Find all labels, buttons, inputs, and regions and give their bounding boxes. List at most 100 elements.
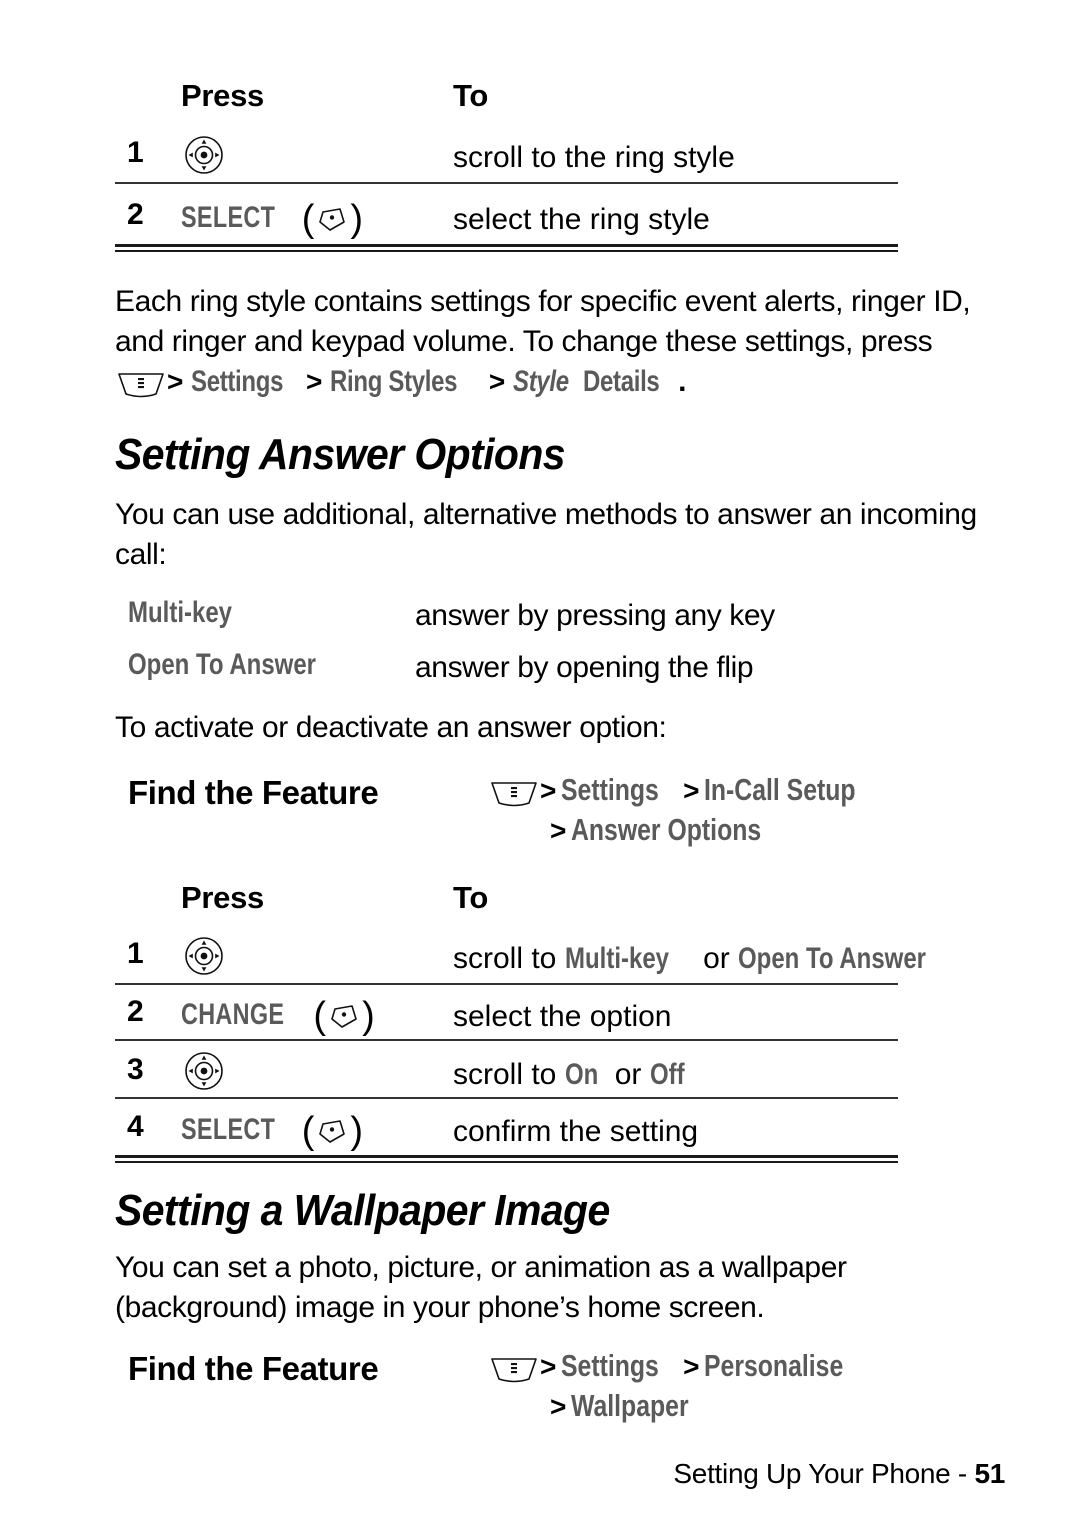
- close-paren: ): [350, 1110, 364, 1152]
- page-title-wallpaper: Setting a Wallpaper Image: [115, 1186, 610, 1235]
- path-separator: >: [683, 775, 700, 806]
- column-header-to: To: [453, 78, 488, 113]
- to-text-middle: or: [606, 1058, 650, 1091]
- activate-instruction: To activate or deactivate an answer opti…: [115, 711, 667, 744]
- press-cell: SELECT ( ): [181, 1110, 451, 1155]
- path-separator: >: [306, 366, 322, 397]
- press-cell: [181, 933, 451, 984]
- intro-line-2: (background) image in your phone’s home …: [115, 1291, 765, 1324]
- definition-term-open-to-answer: Open To Answer: [128, 648, 317, 681]
- table-row: 2 CHANGE ( ) select the option: [115, 985, 898, 1041]
- intro-line-1: You can set a photo, picture, or animati…: [115, 1251, 847, 1284]
- find-the-feature-path: > Settings > In-Call Setup > Answer Optio…: [488, 772, 893, 852]
- path-item-settings: Settings: [560, 772, 659, 807]
- soft-key-select: SELECT ( ): [181, 1110, 363, 1152]
- footer-section-title: Setting Up Your Phone -: [673, 1458, 975, 1489]
- path-line-1: > Settings > In-Call Setup: [488, 772, 893, 812]
- to-cell: scroll to On or Off: [453, 1057, 893, 1093]
- path-item-wallpaper: Wallpaper: [570, 1388, 689, 1423]
- find-the-feature-path: > Settings > Personalise > Wallpaper: [488, 1348, 878, 1428]
- navigation-key-icon: [181, 1048, 227, 1099]
- navigation-key-icon: [181, 132, 227, 183]
- column-header-press: Press: [181, 880, 264, 915]
- open-paren: (: [301, 1110, 315, 1152]
- path-period: .: [678, 365, 687, 398]
- paragraph-line-1: Each ring style contains settings for sp…: [115, 285, 971, 318]
- to-text-prefix: confirm the setting: [453, 1115, 699, 1148]
- press-cell: [181, 132, 451, 183]
- close-paren: ): [350, 198, 364, 240]
- table-row: 2 SELECT ( ) select the ring style: [115, 184, 898, 244]
- press-cell: CHANGE ( ): [181, 995, 451, 1040]
- soft-key-change: CHANGE ( ): [181, 995, 375, 1037]
- path-separator: >: [683, 1351, 700, 1382]
- table-header-row: Press To: [115, 880, 898, 922]
- paragraph-menu-path: > Settings > Ring Styles > Style Details.: [115, 362, 1015, 402]
- menu-term-off: Off: [649, 1058, 685, 1091]
- to-text-prefix: scroll to: [453, 942, 565, 975]
- definition-row: Multi-key answer by pressing any key: [128, 596, 1008, 648]
- path-line-1: > Settings > Personalise: [488, 1348, 878, 1388]
- step-number: 3: [127, 1053, 144, 1086]
- column-header-press: Press: [181, 78, 264, 113]
- footer-page-number: 51: [974, 1458, 1005, 1489]
- column-header-to: To: [453, 880, 488, 915]
- path-line-2: > Wallpaper: [488, 1388, 878, 1428]
- soft-key-right-icon: [314, 203, 350, 243]
- find-the-feature-label: Find the Feature: [128, 774, 379, 811]
- soft-key-label: SELECT: [181, 1113, 276, 1146]
- path-item-details: Details: [582, 365, 660, 398]
- path-separator: >: [540, 1351, 557, 1382]
- path-item-settings: Settings: [560, 1348, 659, 1383]
- to-cell: select the option: [453, 999, 893, 1035]
- step-number: 1: [127, 136, 144, 169]
- open-paren: (: [301, 198, 315, 240]
- definition-row: Open To Answer answer by opening the fli…: [128, 648, 1008, 700]
- to-cell: confirm the setting: [453, 1114, 893, 1150]
- to-cell: scroll to Multi-key or Open To Answer: [453, 941, 1013, 977]
- definition-desc: answer by pressing any key: [415, 599, 775, 632]
- to-text-middle: or: [694, 942, 739, 975]
- path-item-answer-options: Answer Options: [570, 812, 761, 847]
- to-cell: scroll to the ring style: [453, 141, 735, 174]
- path-separator: >: [540, 775, 557, 806]
- ring-style-paragraph: Each ring style contains settings for sp…: [115, 282, 1015, 402]
- to-cell: select the ring style: [453, 203, 710, 236]
- soft-key-select: SELECT ( ): [181, 198, 363, 240]
- path-separator: >: [488, 366, 505, 397]
- path-separator: >: [550, 815, 567, 846]
- menu-key-icon: [488, 1354, 540, 1389]
- soft-key-right-icon: [314, 1115, 350, 1155]
- page-footer: Setting Up Your Phone - 51: [673, 1458, 1005, 1490]
- paragraph-line-2: and ringer and keypad volume. To change …: [115, 325, 933, 358]
- answer-options-press-table: Press To 1 scroll to Multi-key or Open T…: [115, 880, 926, 1163]
- table-row: 4 SELECT ( ) confirm the setting: [115, 1099, 898, 1155]
- table-header-row: Press To: [115, 78, 898, 120]
- ring-style-press-table: Press To 1 scroll to the ring style 2 SE…: [115, 78, 898, 252]
- path-item-style-italic: Style: [512, 365, 569, 398]
- path-separator: >: [550, 1391, 567, 1422]
- to-text-prefix: scroll to: [453, 1058, 565, 1091]
- soft-key-label: CHANGE: [181, 998, 285, 1031]
- to-text-prefix: select the option: [453, 1000, 672, 1033]
- menu-term-on: On: [564, 1058, 599, 1091]
- soft-key-label: SELECT: [181, 201, 276, 234]
- table-row: 3 scroll to On or Off: [115, 1041, 898, 1099]
- answer-option-definitions: Multi-key answer by pressing any key Ope…: [128, 596, 1008, 700]
- menu-key-icon: [488, 778, 540, 813]
- navigation-key-icon: [181, 933, 227, 984]
- menu-key-icon: [115, 369, 167, 410]
- soft-key-right-icon: [326, 1000, 362, 1040]
- open-paren: (: [313, 995, 327, 1037]
- intro-line-1: You can use additional, alternative meth…: [115, 498, 977, 531]
- table-bottom-rule: [115, 244, 898, 252]
- definition-desc: answer by opening the flip: [415, 651, 754, 684]
- path-item-ring-styles: Ring Styles: [329, 365, 458, 398]
- menu-term-multi-key: Multi-key: [564, 942, 669, 975]
- table-row: 1 scroll to Multi-key or Open To Answer: [115, 922, 926, 985]
- path-item-settings: Settings: [190, 365, 284, 398]
- path-item-in-call-setup: In-Call Setup: [703, 772, 856, 807]
- definition-term-multi-key: Multi-key: [128, 596, 233, 629]
- step-number: 1: [127, 937, 144, 970]
- table-row: 1 scroll to the ring style: [115, 120, 898, 184]
